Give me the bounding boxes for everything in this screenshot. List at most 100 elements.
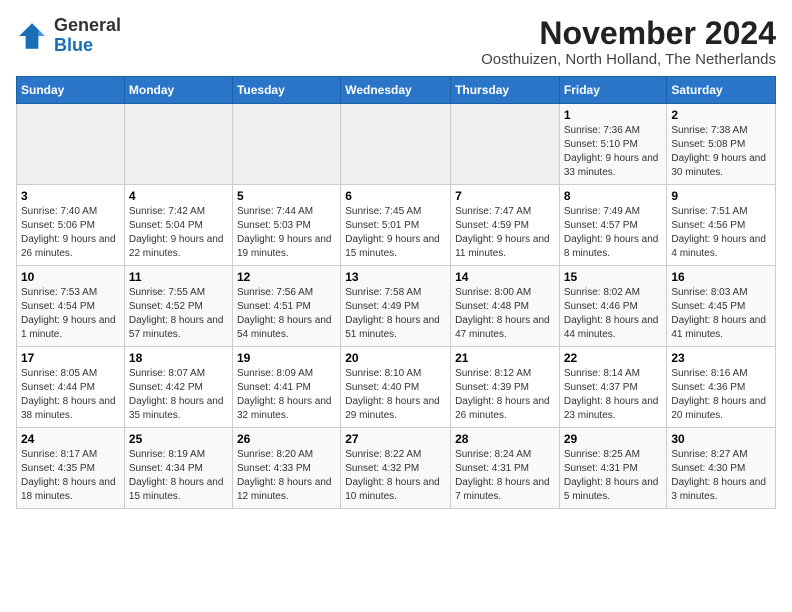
day-number: 2 [671, 108, 771, 122]
calendar-cell: 29 Sunrise: 8:25 AM Sunset: 4:31 PM Dayli… [559, 428, 667, 509]
day-info: Sunrise: 7:53 AM Sunset: 4:54 PM Dayligh… [21, 286, 120, 342]
day-number: 7 [455, 189, 555, 203]
day-info: Sunrise: 7:44 AM Sunset: 5:03 PM Dayligh… [237, 205, 336, 261]
page-header: General Blue November 2024 Oosthuizen, N… [16, 16, 776, 68]
day-info: Sunrise: 7:58 AM Sunset: 4:49 PM Dayligh… [345, 286, 446, 342]
calendar-cell: 3Sunrise: 7:40 AM Sunset: 5:06 PM Daylig… [17, 185, 125, 266]
calendar-cell: 8Sunrise: 7:49 AM Sunset: 4:57 PM Daylig… [559, 185, 667, 266]
calendar-cell: 26 Sunrise: 8:20 AM Sunset: 4:33 PM Dayli… [232, 428, 340, 509]
month-title: November 2024 [481, 16, 776, 51]
day-number: 13 [345, 270, 446, 284]
calendar-cell [341, 104, 451, 185]
day-info: Sunrise: 8:20 AM Sunset: 4:33 PM Dayligh… [237, 448, 336, 504]
calendar-cell [451, 104, 560, 185]
day-info: Sunrise: 8:02 AM Sunset: 4:46 PM Dayligh… [564, 286, 663, 342]
day-info: Sunrise: 8:09 AM Sunset: 4:41 PM Dayligh… [237, 367, 336, 423]
day-info: Sunrise: 7:36 AM Sunset: 5:10 PM Dayligh… [564, 124, 663, 180]
day-number: 16 [671, 270, 771, 284]
day-number: 28 [455, 432, 555, 446]
calendar-cell: 6 Sunrise: 7:45 AM Sunset: 5:01 PM Daylig… [341, 185, 451, 266]
header-saturday: Saturday [667, 77, 776, 104]
day-info: Sunrise: 7:47 AM Sunset: 4:59 PM Dayligh… [455, 205, 555, 261]
calendar-cell [124, 104, 232, 185]
day-number: 11 [129, 270, 228, 284]
day-number: 5 [237, 189, 336, 203]
day-info: Sunrise: 7:38 AM Sunset: 5:08 PM Dayligh… [671, 124, 771, 180]
calendar-cell: 28 Sunrise: 8:24 AM Sunset: 4:31 PM Dayli… [451, 428, 560, 509]
calendar-cell: 4 Sunrise: 7:42 AM Sunset: 5:04 PM Daylig… [124, 185, 232, 266]
day-number: 24 [21, 432, 120, 446]
day-info: Sunrise: 8:16 AM Sunset: 4:36 PM Dayligh… [671, 367, 771, 423]
day-info: Sunrise: 8:27 AM Sunset: 4:30 PM Dayligh… [671, 448, 771, 504]
calendar-cell: 18Sunrise: 8:07 AM Sunset: 4:42 PM Dayli… [124, 347, 232, 428]
day-info: Sunrise: 8:24 AM Sunset: 4:31 PM Dayligh… [455, 448, 555, 504]
day-info: Sunrise: 8:00 AM Sunset: 4:48 PM Dayligh… [455, 286, 555, 342]
day-number: 22 [564, 351, 663, 365]
day-info: Sunrise: 7:55 AM Sunset: 4:52 PM Dayligh… [129, 286, 228, 342]
calendar-week-1: 1Sunrise: 7:36 AM Sunset: 5:10 PM Daylig… [17, 104, 776, 185]
day-number: 29 [564, 432, 663, 446]
logo-blue-text: Blue [54, 35, 93, 55]
logo: General Blue [16, 16, 121, 56]
calendar-cell: 10 Sunrise: 7:53 AM Sunset: 4:54 PM Dayli… [17, 266, 125, 347]
day-number: 6 [345, 189, 446, 203]
day-info: Sunrise: 8:22 AM Sunset: 4:32 PM Dayligh… [345, 448, 446, 504]
calendar-cell: 22Sunrise: 8:14 AM Sunset: 4:37 PM Dayli… [559, 347, 667, 428]
day-info: Sunrise: 8:12 AM Sunset: 4:39 PM Dayligh… [455, 367, 555, 423]
day-number: 25 [129, 432, 228, 446]
title-block: November 2024 Oosthuizen, North Holland,… [481, 16, 776, 68]
calendar-cell: 20Sunrise: 8:10 AM Sunset: 4:40 PM Dayli… [341, 347, 451, 428]
day-number: 21 [455, 351, 555, 365]
day-number: 9 [671, 189, 771, 203]
header-monday: Monday [124, 77, 232, 104]
day-number: 19 [237, 351, 336, 365]
calendar-cell: 19 Sunrise: 8:09 AM Sunset: 4:41 PM Dayli… [232, 347, 340, 428]
day-number: 20 [345, 351, 446, 365]
calendar-body: 1Sunrise: 7:36 AM Sunset: 5:10 PM Daylig… [17, 104, 776, 509]
logo-general-text: General [54, 15, 121, 35]
calendar-cell: 27 Sunrise: 8:22 AM Sunset: 4:32 PM Dayli… [341, 428, 451, 509]
day-number: 18 [129, 351, 228, 365]
calendar-cell: 24 Sunrise: 8:17 AM Sunset: 4:35 PM Dayli… [17, 428, 125, 509]
day-info: Sunrise: 8:05 AM Sunset: 4:44 PM Dayligh… [21, 367, 120, 423]
calendar-cell: 1Sunrise: 7:36 AM Sunset: 5:10 PM Daylig… [559, 104, 667, 185]
calendar-cell: 14Sunrise: 8:00 AM Sunset: 4:48 PM Dayli… [451, 266, 560, 347]
day-number: 10 [21, 270, 120, 284]
day-number: 30 [671, 432, 771, 446]
calendar-cell: 9Sunrise: 7:51 AM Sunset: 4:56 PM Daylig… [667, 185, 776, 266]
day-number: 4 [129, 189, 228, 203]
day-number: 12 [237, 270, 336, 284]
header-sunday: Sunday [17, 77, 125, 104]
day-number: 23 [671, 351, 771, 365]
calendar-cell [17, 104, 125, 185]
day-number: 26 [237, 432, 336, 446]
header-thursday: Thursday [451, 77, 560, 104]
calendar-cell: 11 Sunrise: 7:55 AM Sunset: 4:52 PM Dayli… [124, 266, 232, 347]
day-info: Sunrise: 7:45 AM Sunset: 5:01 PM Dayligh… [345, 205, 446, 261]
calendar-cell: 17 Sunrise: 8:05 AM Sunset: 4:44 PM Dayli… [17, 347, 125, 428]
calendar-cell: 21 Sunrise: 8:12 AM Sunset: 4:39 PM Dayli… [451, 347, 560, 428]
location-subtitle: Oosthuizen, North Holland, The Netherlan… [481, 51, 776, 68]
calendar-week-5: 24 Sunrise: 8:17 AM Sunset: 4:35 PM Dayli… [17, 428, 776, 509]
calendar-cell: 25 Sunrise: 8:19 AM Sunset: 4:34 PM Dayli… [124, 428, 232, 509]
calendar-week-4: 17 Sunrise: 8:05 AM Sunset: 4:44 PM Dayli… [17, 347, 776, 428]
day-info: Sunrise: 8:17 AM Sunset: 4:35 PM Dayligh… [21, 448, 120, 504]
day-number: 8 [564, 189, 663, 203]
header-friday: Friday [559, 77, 667, 104]
day-info: Sunrise: 8:19 AM Sunset: 4:34 PM Dayligh… [129, 448, 228, 504]
calendar-header: Sunday Monday Tuesday Wednesday Thursday… [17, 77, 776, 104]
day-number: 27 [345, 432, 446, 446]
day-info: Sunrise: 7:56 AM Sunset: 4:51 PM Dayligh… [237, 286, 336, 342]
calendar-cell: 16 Sunrise: 8:03 AM Sunset: 4:45 PM Dayli… [667, 266, 776, 347]
day-number: 17 [21, 351, 120, 365]
day-info: Sunrise: 7:42 AM Sunset: 5:04 PM Dayligh… [129, 205, 228, 261]
header-wednesday: Wednesday [341, 77, 451, 104]
calendar-cell: 23 Sunrise: 8:16 AM Sunset: 4:36 PM Dayli… [667, 347, 776, 428]
calendar-cell: 2 Sunrise: 7:38 AM Sunset: 5:08 PM Daylig… [667, 104, 776, 185]
day-info: Sunrise: 8:03 AM Sunset: 4:45 PM Dayligh… [671, 286, 771, 342]
day-info: Sunrise: 8:25 AM Sunset: 4:31 PM Dayligh… [564, 448, 663, 504]
calendar-cell: 7 Sunrise: 7:47 AM Sunset: 4:59 PM Daylig… [451, 185, 560, 266]
calendar-cell: 30 Sunrise: 8:27 AM Sunset: 4:30 PM Dayli… [667, 428, 776, 509]
weekday-header-row: Sunday Monday Tuesday Wednesday Thursday… [17, 77, 776, 104]
calendar-cell: 5 Sunrise: 7:44 AM Sunset: 5:03 PM Daylig… [232, 185, 340, 266]
